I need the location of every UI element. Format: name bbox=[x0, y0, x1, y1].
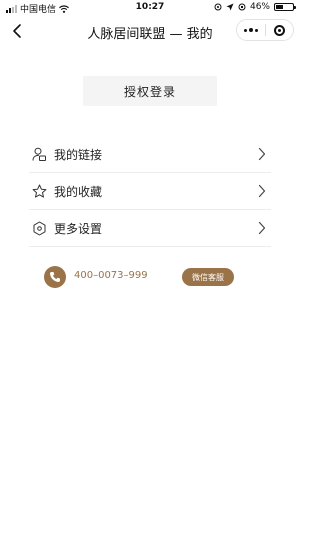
orientation-lock-icon bbox=[238, 3, 246, 11]
authorize-login-button[interactable]: 授权登录 bbox=[83, 76, 217, 106]
chevron-right-icon bbox=[257, 183, 267, 199]
nav-bar: 人脉居间联盟 — 我的 bbox=[0, 14, 300, 48]
mini-program-capsule bbox=[236, 19, 294, 41]
menu-item-my-links[interactable]: 我的链接 bbox=[29, 136, 271, 173]
user-link-icon bbox=[31, 146, 47, 162]
more-icon bbox=[243, 28, 247, 32]
battery-icon bbox=[274, 3, 296, 11]
location-icon bbox=[214, 3, 222, 11]
settings-hexagon-icon bbox=[31, 220, 47, 236]
phone-icon[interactable] bbox=[44, 266, 66, 288]
menu-list: 我的链接 我的收藏 更多设置 bbox=[29, 136, 271, 247]
menu-item-label: 我的链接 bbox=[54, 147, 103, 162]
more-button[interactable] bbox=[237, 20, 265, 40]
star-icon bbox=[31, 183, 47, 199]
status-bar: 中国电信 10:27 46% bbox=[0, 0, 300, 15]
battery-percent: 46% bbox=[249, 2, 270, 12]
contact-row: 400–0073–999 微信客服 bbox=[44, 266, 244, 288]
menu-item-my-favorites[interactable]: 我的收藏 bbox=[29, 173, 271, 210]
menu-item-label: 我的收藏 bbox=[54, 184, 103, 199]
wechat-service-button[interactable]: 微信客服 bbox=[182, 268, 234, 286]
close-button[interactable] bbox=[266, 20, 294, 40]
alarm-icon bbox=[226, 3, 234, 11]
close-icon bbox=[273, 24, 285, 36]
chevron-right-icon bbox=[257, 220, 267, 236]
phone-number-link[interactable]: 400–0073–999 bbox=[74, 270, 148, 281]
menu-item-more-settings[interactable]: 更多设置 bbox=[29, 210, 271, 247]
chevron-right-icon bbox=[257, 146, 267, 162]
status-right: 46% bbox=[214, 2, 296, 12]
menu-item-label: 更多设置 bbox=[54, 221, 103, 236]
